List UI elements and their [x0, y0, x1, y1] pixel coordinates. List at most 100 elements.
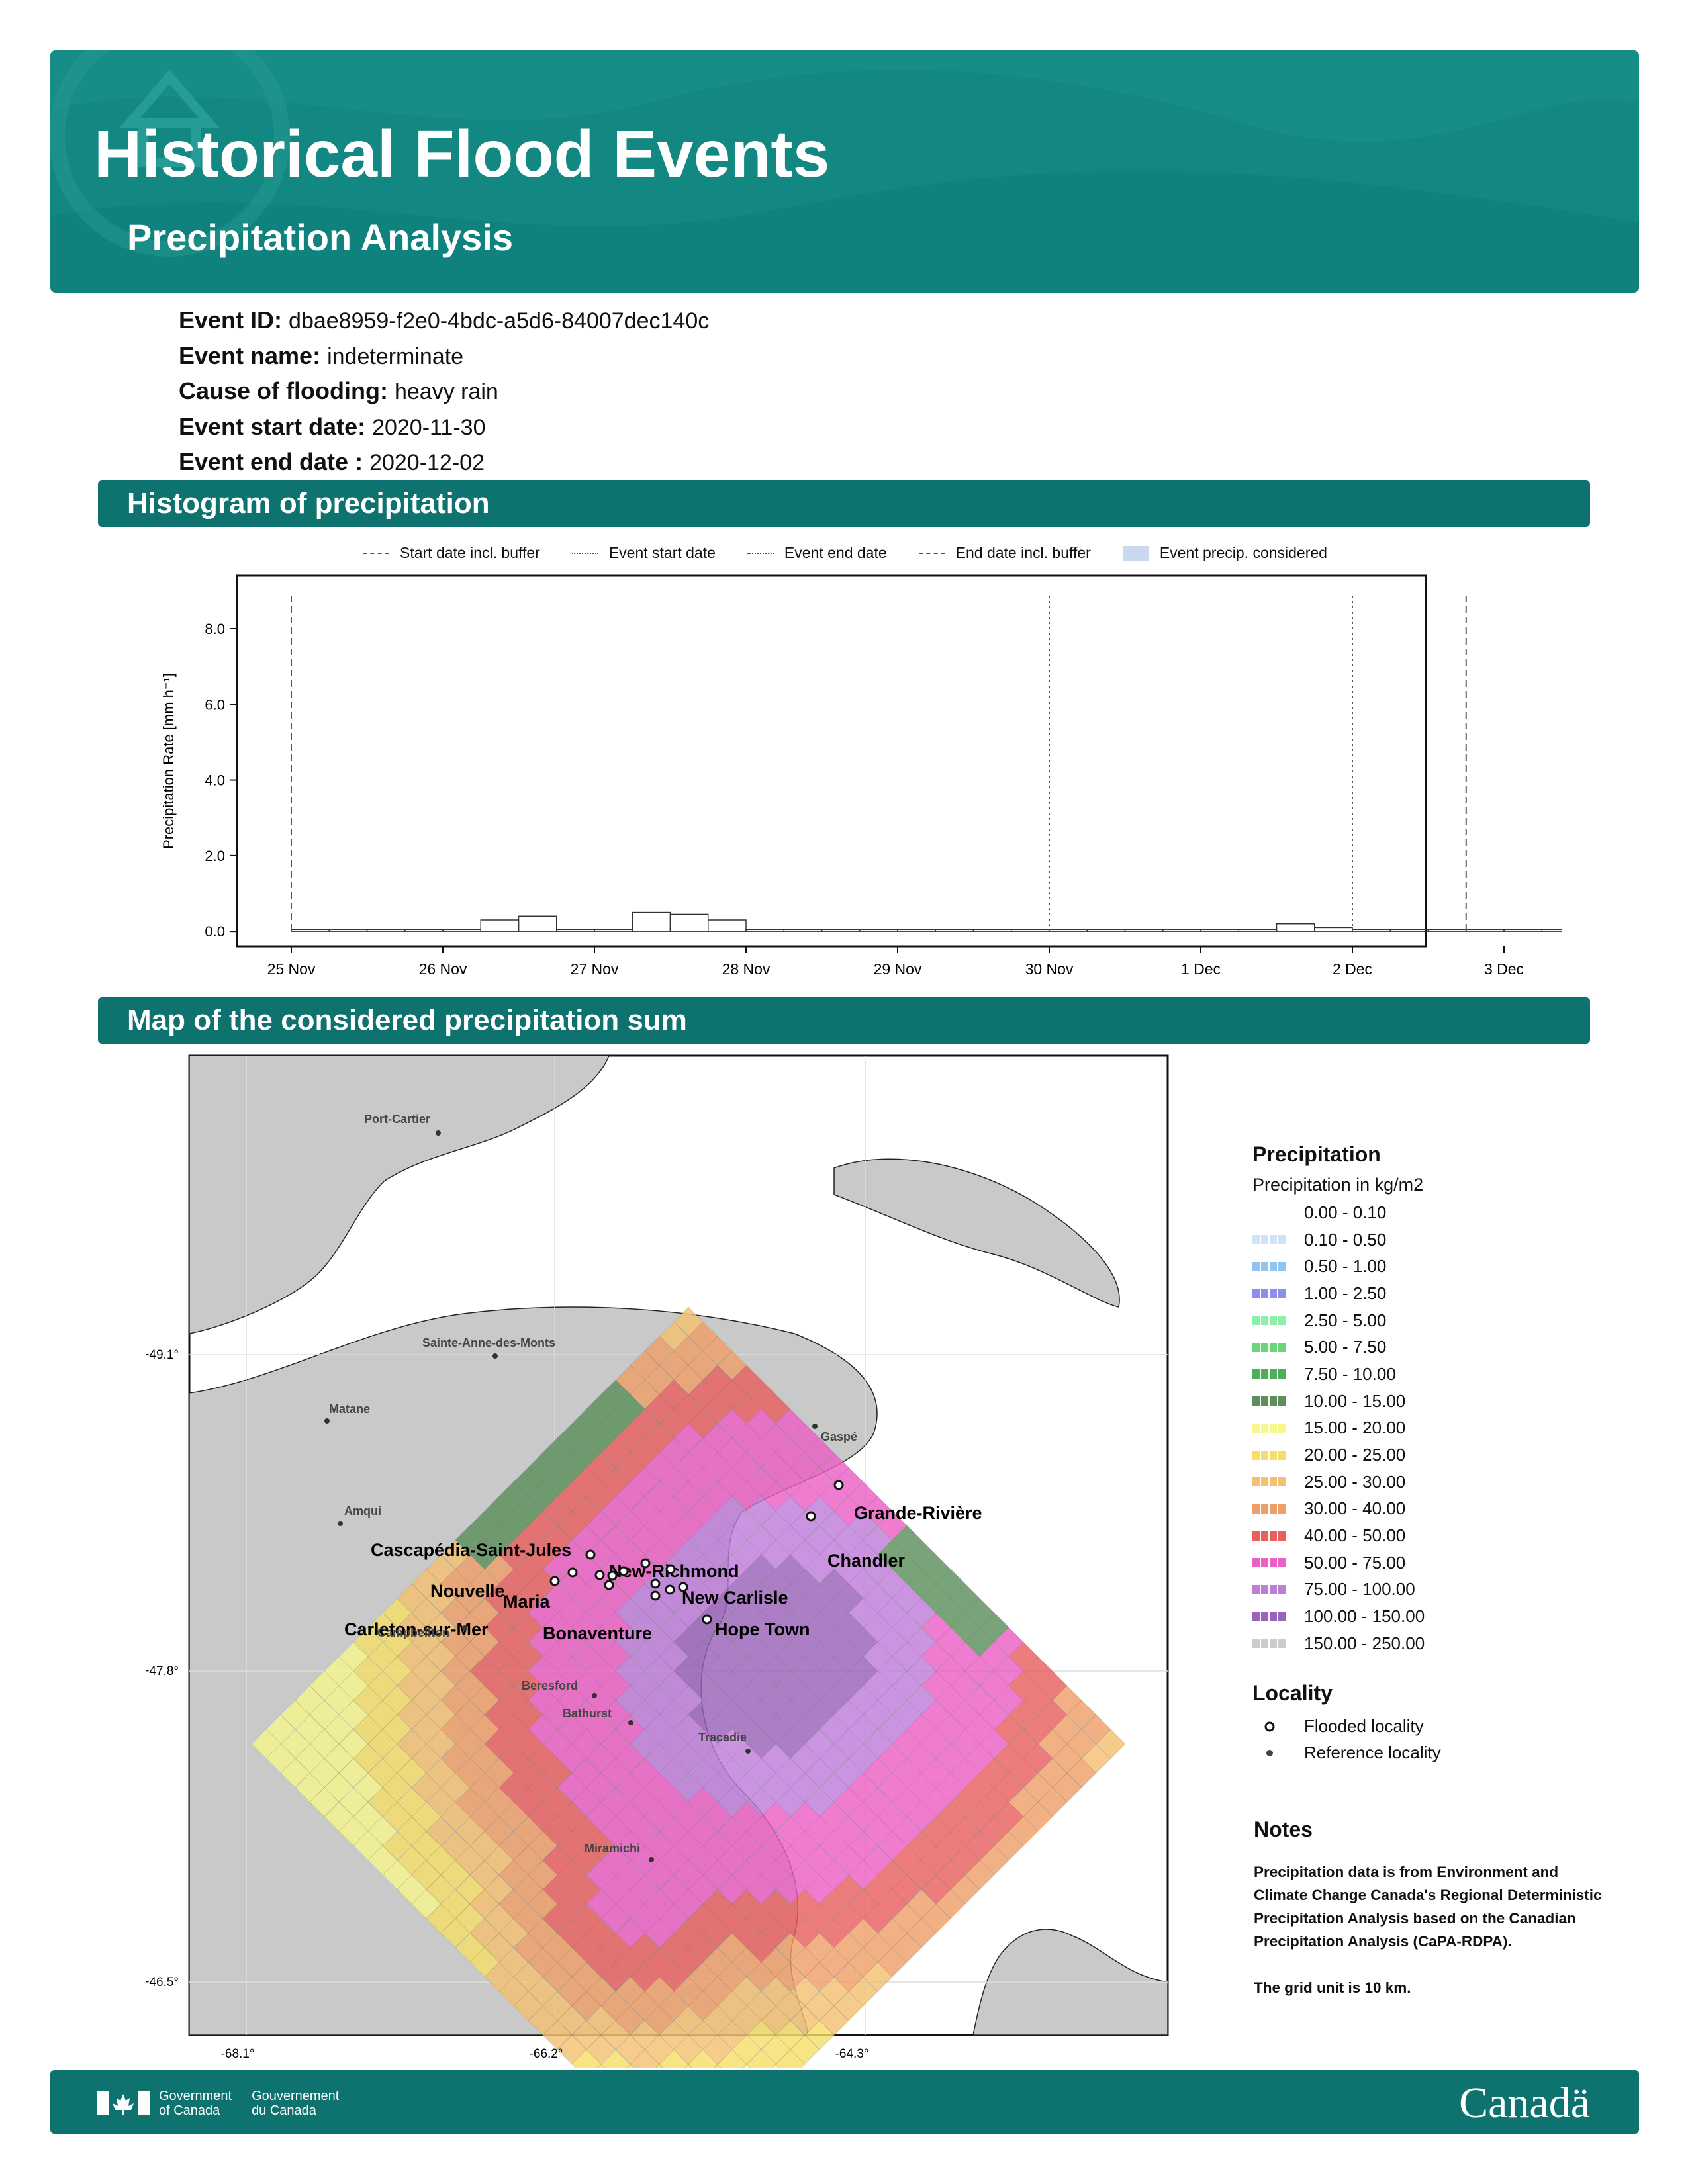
histogram-bar — [1162, 929, 1201, 932]
legend-swatch — [1252, 1289, 1287, 1298]
legend-swatch — [1252, 1558, 1287, 1568]
legend-end-buffer: End date incl. buffer — [918, 544, 1091, 562]
gov-en-2: of Canada — [159, 2103, 220, 2118]
y-tick-label: 2.0 — [205, 848, 225, 864]
x-tick-label: 28 Nov — [722, 960, 771, 978]
flooded-locality-label: Maria — [503, 1592, 551, 1612]
histogram-bar — [1427, 929, 1467, 932]
histogram-bar — [556, 929, 595, 932]
histogram-bar — [291, 929, 330, 932]
legend-class-label: 0.10 - 0.50 — [1304, 1229, 1387, 1250]
start-label: Event start date: — [179, 412, 366, 440]
reference-marker — [649, 1857, 654, 1862]
histogram-bar — [1314, 927, 1353, 932]
flooded-marker — [618, 1566, 629, 1576]
flooded-locality-label: New Carlisle — [682, 1588, 788, 1608]
dotted-line-icon — [571, 552, 598, 554]
flooded-marker — [806, 1511, 816, 1522]
legend-class-label: 1.00 - 2.50 — [1304, 1283, 1387, 1303]
legend-swatch — [1252, 1369, 1287, 1379]
histogram-bar — [1389, 929, 1429, 932]
reference-marker — [628, 1720, 633, 1725]
notes-text: Precipitation data is from Environment a… — [1254, 1864, 1602, 1950]
latitude-label: +46.5° — [146, 1976, 179, 1989]
legend-event-start: Event start date — [571, 544, 716, 562]
histogram-bar — [1086, 929, 1126, 932]
x-tick-label: 25 Nov — [267, 960, 316, 978]
legend-swatch — [1252, 1639, 1287, 1649]
reference-marker-icon — [1266, 1749, 1273, 1756]
flooded-locality-label: Bonaventure — [543, 1623, 652, 1643]
histogram-bar — [404, 929, 444, 932]
legend-swatch — [1252, 1261, 1287, 1271]
reference-locality-label: Amqui — [344, 1504, 381, 1518]
legend-event-end: Event end date — [747, 544, 887, 562]
histogram-legend: Start date incl. buffer Event start date… — [363, 544, 1327, 562]
legend-class-label: 2.50 - 5.00 — [1304, 1310, 1387, 1330]
longitude-label: -68.1° — [221, 2047, 255, 2061]
legend-class: 2.50 - 5.00 — [1252, 1307, 1441, 1334]
reference-locality-entry: Reference locality — [1252, 1740, 1441, 1766]
flooded-locality-label: Cascapédia-Saint-Jules — [371, 1540, 571, 1560]
y-tick-label: 6.0 — [205, 696, 225, 713]
histogram-bar — [1352, 929, 1391, 932]
longitude-label: -66.2° — [530, 2047, 563, 2061]
legend-swatch — [1252, 1612, 1287, 1621]
event-name-row: Event name: indeterminate — [179, 339, 709, 375]
dashed-line-icon — [918, 552, 945, 554]
legend-class: 5.00 - 7.50 — [1252, 1334, 1441, 1361]
dotted-line-icon — [747, 552, 774, 554]
end-row: Event end date :2020-12-02 — [179, 445, 709, 480]
legend-considered-label: Event precip. considered — [1159, 544, 1327, 561]
histogram-bar — [935, 929, 974, 932]
legend-class: 50.00 - 75.00 — [1252, 1549, 1441, 1576]
flooded-locality-label: Hope Town — [715, 1619, 810, 1639]
flooded-marker — [594, 1570, 605, 1580]
histogram-section-header: Histogram of precipitation — [98, 480, 1590, 527]
legend-class: 20.00 - 25.00 — [1252, 1441, 1441, 1469]
flooded-locality-label: Grande-Rivière — [854, 1503, 982, 1523]
legend-class-label: 0.00 - 0.10 — [1304, 1202, 1387, 1222]
legend-class-label: 150.00 - 250.00 — [1304, 1633, 1425, 1653]
start-row: Event start date: 2020-11-30 — [179, 410, 709, 445]
latitude-label: +49.1° — [146, 1348, 179, 1362]
histogram-bar — [1011, 929, 1050, 932]
legend-swatch — [1252, 1584, 1287, 1594]
cause-label: Cause of flooding: — [179, 377, 388, 404]
header-banner: Historical Flood Events Precipitation An… — [50, 50, 1639, 293]
event-name-value: indeterminate — [327, 343, 464, 369]
histogram-bar — [1049, 929, 1088, 932]
legend-swatch — [1252, 1208, 1287, 1217]
reference-marker — [338, 1521, 343, 1526]
histogram-section-title: Histogram of precipitation — [127, 487, 490, 520]
map-svg: +49.1° +47.8° +46.5° -68.1° -66.2° -64.3° Gran… — [142, 1054, 1169, 2181]
x-tick-label: 29 Nov — [874, 960, 922, 978]
reference-marker — [592, 1693, 597, 1698]
legend-class-label: 25.00 - 30.00 — [1304, 1471, 1406, 1492]
histogram-bar — [1124, 929, 1164, 932]
legend-swatch — [1252, 1531, 1287, 1541]
legend-class: 75.00 - 100.00 — [1252, 1576, 1441, 1604]
locality-legend-title: Locality — [1252, 1680, 1333, 1705]
legend-class-label: 15.00 - 20.00 — [1304, 1418, 1406, 1438]
legend-class-label: 30.00 - 40.00 — [1304, 1498, 1406, 1519]
flooded-marker — [549, 1576, 560, 1586]
histogram-bar — [594, 929, 633, 932]
dashed-line-icon — [363, 552, 389, 554]
flooded-marker — [678, 1582, 688, 1592]
legend-swatch — [1252, 1316, 1287, 1326]
legend-start-buffer-label: Start date incl. buffer — [400, 544, 540, 561]
locality-legend: Locality Flooded locality Reference loca… — [1252, 1681, 1441, 1766]
histogram-bar — [1503, 929, 1542, 932]
reference-marker — [492, 1353, 498, 1359]
histogram-bar — [1541, 929, 1562, 932]
event-metadata: Event ID: dbae8959-f2e0-4bdc-a5d6-84007de… — [179, 303, 709, 480]
histogram-bar — [821, 929, 861, 932]
histogram-bar — [442, 929, 481, 932]
legend-event-end-label: Event end date — [784, 544, 887, 561]
legend-class: 100.00 - 150.00 — [1252, 1603, 1441, 1630]
notes-title: Notes — [1254, 1817, 1313, 1841]
histogram-bar — [518, 915, 557, 932]
flooded-marker — [604, 1580, 614, 1590]
legend-classes: 0.00 - 0.10 0.10 - 0.50 0.50 - 1.00 1.00 - … — [1252, 1199, 1441, 1657]
